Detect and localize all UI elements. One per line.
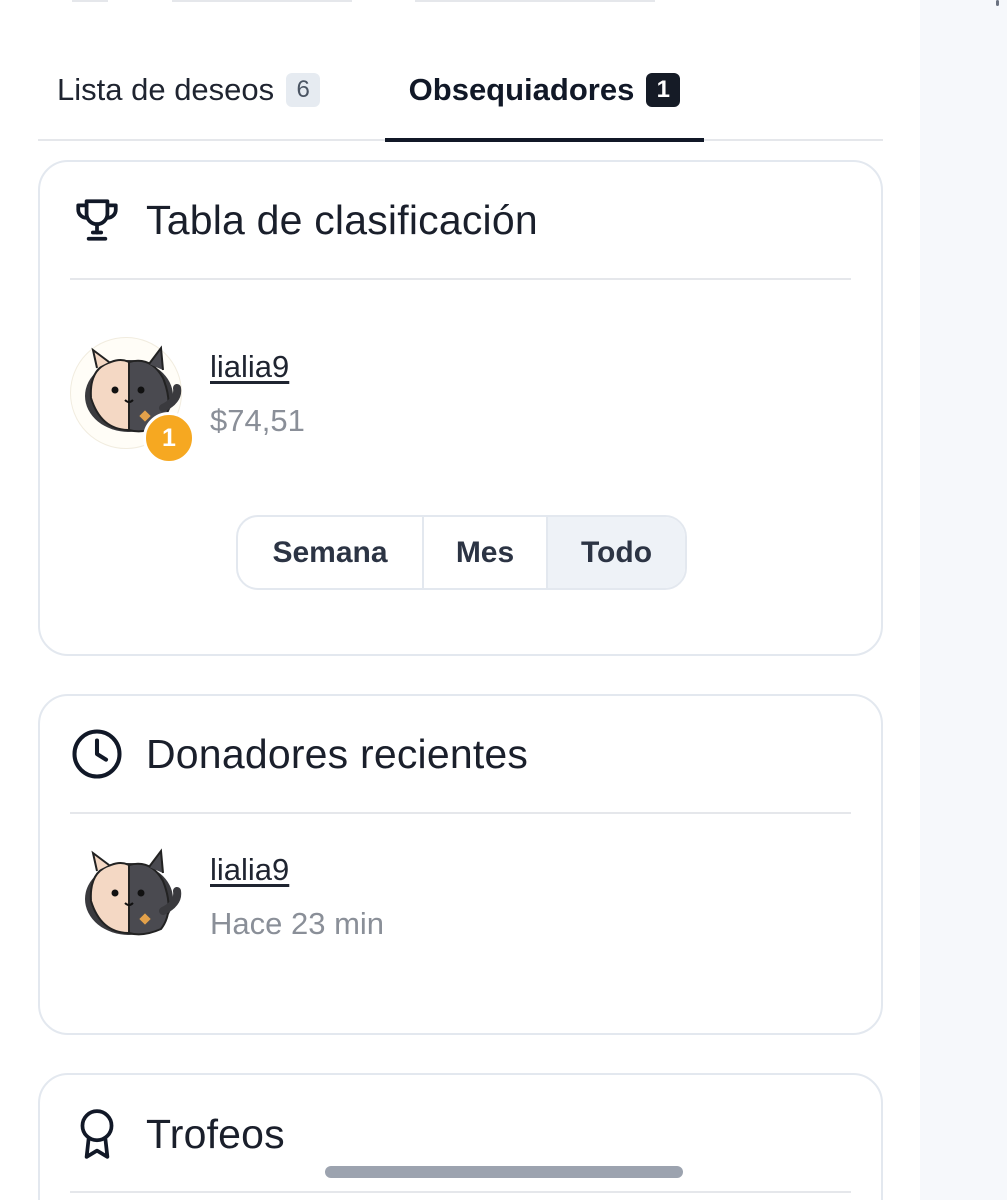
- tab-wishlist[interactable]: Lista de deseos 6: [57, 40, 321, 139]
- period-month-button[interactable]: Mes: [424, 517, 548, 588]
- leaderboard-header: Tabla de clasificación: [70, 162, 851, 280]
- period-all-button[interactable]: Todo: [548, 517, 685, 588]
- scrollbar-thumb[interactable]: [996, 0, 999, 6]
- recent-donors-title: Donadores recientes: [146, 730, 529, 777]
- trophies-card: Trofeos: [38, 1073, 883, 1200]
- tab-givers-label: Obsequiadores: [408, 71, 635, 107]
- donation-time: Hace 23 min: [210, 906, 385, 941]
- tab-wishlist-count: 6: [286, 72, 321, 107]
- trophy-icon: [70, 193, 124, 247]
- right-side-panel: [920, 0, 1007, 1200]
- recent-donors-card: Donadores recientes lialia9 Hace 23 min: [38, 694, 883, 1035]
- period-selector: Semana Mes Todo: [236, 515, 687, 590]
- ribbon-award-icon: [70, 1107, 124, 1161]
- avatar[interactable]: 1: [70, 337, 195, 464]
- tab-bar: Lista de deseos 6 Obsequiadores 1: [38, 40, 883, 142]
- user-info: lialia9 $74,51: [210, 349, 305, 439]
- username-link[interactable]: lialia9: [210, 349, 305, 385]
- active-tab-indicator: [385, 138, 704, 142]
- leaderboard-entry: 1 lialia9 $74,51: [70, 337, 305, 464]
- username-link[interactable]: lialia9: [210, 852, 384, 888]
- donation-amount: $74,51: [210, 403, 305, 438]
- recent-donor-entry: lialia9 Hace 23 min: [70, 840, 384, 952]
- clock-icon: [70, 727, 124, 781]
- avatar[interactable]: [70, 840, 182, 952]
- home-indicator[interactable]: [325, 1166, 683, 1178]
- user-info: lialia9 Hace 23 min: [210, 852, 384, 942]
- trophies-title: Trofeos: [146, 1110, 285, 1157]
- leaderboard-card: Tabla de clasificación 1 lialia9 $74,51: [38, 160, 883, 656]
- rank-badge: 1: [143, 412, 195, 464]
- tab-givers[interactable]: Obsequiadores 1: [385, 40, 704, 142]
- tab-wishlist-label: Lista de deseos: [57, 71, 275, 107]
- trophies-divider: [70, 1191, 851, 1193]
- period-week-button[interactable]: Semana: [238, 517, 424, 588]
- tab-givers-count: 1: [646, 72, 681, 107]
- leaderboard-title: Tabla de clasificación: [146, 196, 538, 243]
- recent-donors-header: Donadores recientes: [70, 696, 851, 814]
